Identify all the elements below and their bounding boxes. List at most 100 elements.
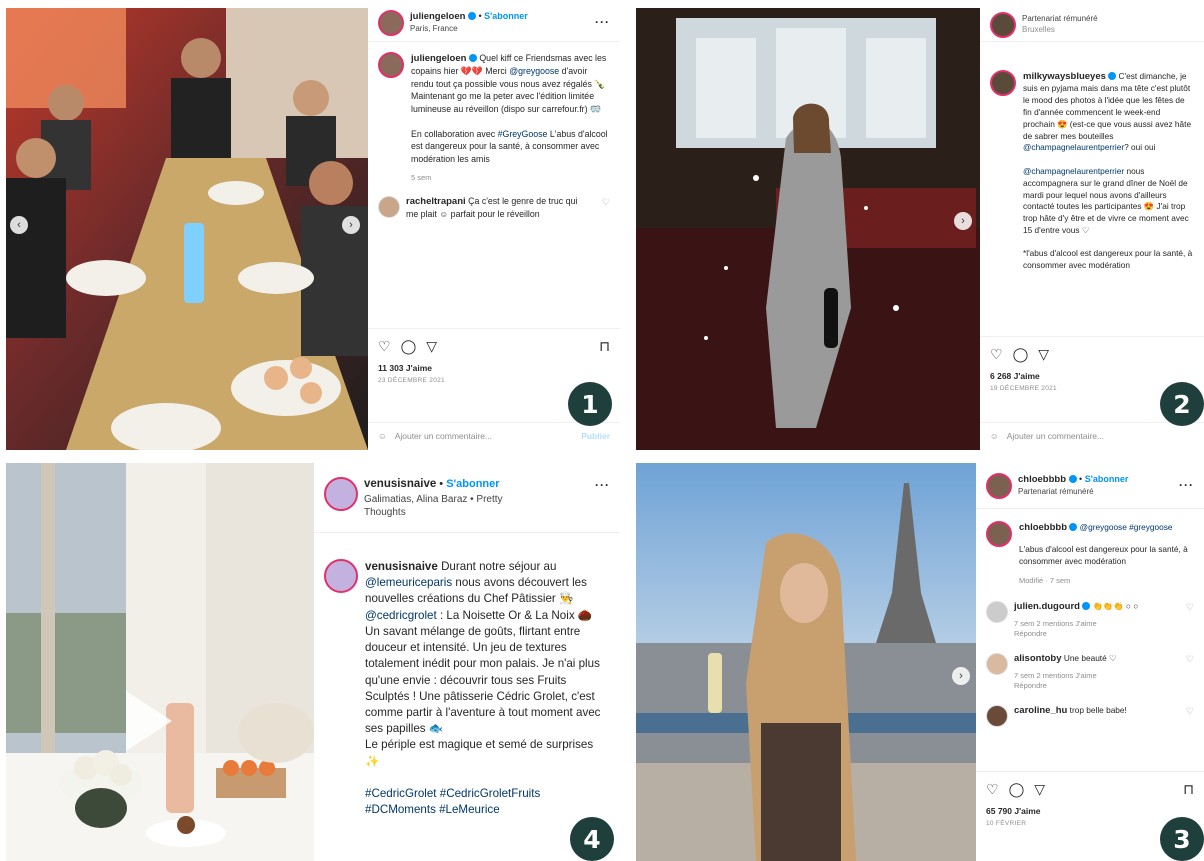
like-comment-icon[interactable]: ♡ (602, 196, 610, 221)
verified-icon (1068, 475, 1077, 484)
avatar[interactable] (986, 600, 1008, 623)
comment-username[interactable]: racheltrapani (406, 196, 466, 207)
eiffel-tower-photo (636, 463, 976, 861)
avatar[interactable] (986, 521, 1012, 547)
collab-label: En collaboration avec (411, 128, 496, 139)
avatar[interactable] (378, 52, 404, 78)
likes-count[interactable]: 65 790 J'aime (986, 806, 1194, 817)
badge-number: 3 (1160, 817, 1204, 861)
comment-item: julien.dugourd 👏👏👏 ○ ○ 7 sem 2 mentions … (976, 591, 1204, 645)
location[interactable]: Paris, France (410, 24, 528, 35)
audio-track[interactable]: Galimatias, Alina Baraz • Pretty Thought… (364, 493, 544, 520)
post-photo-3[interactable]: › (636, 463, 976, 861)
comment-username[interactable]: julien.dugourd (1014, 601, 1080, 612)
like-icon[interactable]: ♡ (990, 345, 1003, 364)
comment-text: trop belle babe! (1069, 704, 1127, 715)
post-card-4: venusisnaive • S'abonner Galimatias, Ali… (6, 463, 620, 861)
previous-arrow-icon[interactable]: ‹ (10, 216, 28, 234)
caption-username[interactable]: chloebbbb (1019, 522, 1067, 533)
save-icon[interactable]: ⊓ (599, 337, 610, 356)
more-options-icon[interactable]: ··· (1179, 477, 1194, 493)
next-arrow-icon[interactable]: › (342, 216, 360, 234)
verified-icon (1108, 72, 1117, 80)
location[interactable]: Bruxelles (1022, 25, 1098, 36)
reply-link[interactable]: Répondre (1014, 681, 1180, 691)
avatar[interactable] (986, 472, 1012, 499)
caption-end: ? oui oui (1124, 142, 1156, 153)
disclaimer: *l'abus d'alcool est dangereux pour la s… (1023, 248, 1193, 271)
caption-text-2: nous accompagnera sur le grand dîner de … (1023, 165, 1189, 235)
hashtags[interactable]: #CedricGrolet #CedricGroletFruits #DCMom… (365, 787, 540, 816)
username[interactable]: chloebbbb (1018, 474, 1066, 485)
post-photo-1[interactable]: ‹ › (6, 8, 368, 450)
like-comment-icon[interactable]: ♡ (1186, 601, 1194, 639)
avatar[interactable] (378, 196, 400, 218)
comment-input[interactable]: Ajouter un commentaire... (395, 431, 492, 442)
play-icon[interactable] (126, 691, 172, 751)
caption-text-4: Un savant mélange de goûts, flirtant ent… (365, 624, 601, 736)
post-date: 23 DÉCEMBRE 2021 (378, 377, 445, 385)
like-icon[interactable]: ♡ (986, 780, 999, 799)
likes-count[interactable]: 11 303 J'aime (378, 363, 610, 374)
comment-item: caroline_hu trop belle babe! ♡ (976, 697, 1204, 733)
comment-username[interactable]: caroline_hu (1014, 705, 1067, 716)
caption-text: Durant notre séjour au (441, 560, 557, 573)
comment-input[interactable]: Ajouter un commentaire... (1007, 431, 1104, 442)
more-options-icon[interactable]: ··· (595, 477, 610, 493)
emoji-icon[interactable]: ☺ (378, 431, 387, 442)
badge-number: 4 (570, 817, 614, 861)
likes-count[interactable]: 6 268 J'aime (990, 371, 1194, 382)
mention-link[interactable]: @greygoose #greygoose (1080, 522, 1173, 532)
mention-link[interactable]: @champagnelaurentperrier (1023, 142, 1124, 152)
avatar[interactable] (986, 704, 1008, 727)
post-card-1: ‹ › juliengeloen • S'abonner Paris, Fran… (6, 8, 620, 450)
post-card-3: › chloebbbb • S'abonner Partenariat rému… (636, 463, 1204, 861)
hashtag-link[interactable]: #GreyGoose (498, 129, 548, 139)
comment-username[interactable]: alisontoby (1014, 653, 1062, 664)
username[interactable]: juliengeloen (410, 11, 465, 22)
comment-icon[interactable]: ◯ (1009, 780, 1025, 799)
mention-link[interactable]: @lemeuriceparis (365, 576, 452, 589)
share-icon[interactable]: ▽ (1038, 345, 1049, 364)
follow-button[interactable]: S'abonner (484, 11, 528, 21)
comment-icon[interactable]: ◯ (401, 337, 417, 356)
follow-button[interactable]: S'abonner (1085, 474, 1129, 484)
avatar[interactable] (324, 559, 358, 593)
share-icon[interactable]: ▽ (426, 337, 437, 356)
post-photo-2[interactable]: › (636, 8, 980, 450)
avatar[interactable] (990, 70, 1016, 96)
like-comment-icon[interactable]: ♡ (1186, 653, 1194, 691)
avatar[interactable] (990, 11, 1016, 38)
avatar[interactable] (986, 652, 1008, 675)
more-options-icon[interactable]: ··· (595, 14, 610, 30)
reply-link[interactable]: Répondre (1014, 629, 1180, 639)
disclaimer: L'abus d'alcool est dangereux pour la sa… (1019, 544, 1188, 567)
follow-button[interactable]: S'abonner (446, 478, 499, 490)
mention-link-2[interactable]: @champagnelaurentperrier (1023, 166, 1124, 176)
verified-icon (467, 12, 476, 21)
like-comment-icon[interactable]: ♡ (1186, 705, 1194, 727)
avatar[interactable] (378, 9, 404, 36)
mention-link-2[interactable]: @cedricgrolet (365, 609, 437, 622)
avatar[interactable] (324, 477, 358, 511)
post-time: 5 sem (411, 173, 432, 183)
username[interactable]: venusisnaive (364, 478, 436, 490)
badge-number: 2 (1160, 382, 1204, 426)
next-arrow-icon[interactable]: › (952, 667, 970, 685)
like-icon[interactable]: ♡ (378, 337, 391, 356)
publish-button[interactable]: Publier (581, 431, 610, 442)
share-icon[interactable]: ▽ (1034, 780, 1045, 799)
caption-username[interactable]: venusisnaive (365, 560, 438, 573)
caption-username[interactable]: milkywaysblueyes (1023, 71, 1106, 82)
post-photo-4[interactable] (6, 463, 314, 861)
save-icon[interactable]: ⊓ (1183, 780, 1194, 799)
next-arrow-icon[interactable]: › (954, 212, 972, 230)
caption-block: juliengeloen Quel kiff ce Friendsmas ave… (368, 42, 620, 188)
emoji-icon[interactable]: ☺ (990, 431, 999, 442)
comment-text: Une beauté ♡ (1063, 652, 1117, 663)
comment-icon[interactable]: ◯ (1013, 345, 1029, 364)
partnership-label: Partenariat rémunéré (1018, 487, 1094, 496)
verified-icon (468, 54, 477, 62)
mention-link[interactable]: @greygoose (509, 66, 559, 76)
caption-username[interactable]: juliengeloen (411, 53, 466, 64)
